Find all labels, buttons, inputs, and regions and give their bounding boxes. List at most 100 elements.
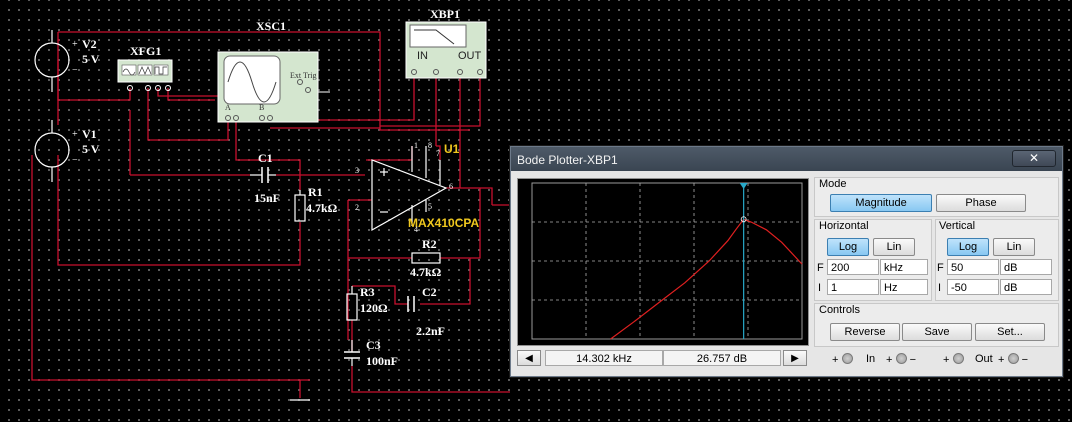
opamp-model-label: MAX410CPA bbox=[408, 216, 480, 230]
set-button[interactable]: Set... bbox=[975, 323, 1045, 341]
terminal-icon bbox=[952, 353, 964, 364]
v1-minus-label: − bbox=[72, 155, 78, 166]
horizontal-final-unit[interactable]: kHz bbox=[880, 259, 928, 275]
in-minus-plus-sign: + bbox=[886, 354, 893, 366]
oscilloscope-xsc1 bbox=[217, 51, 330, 123]
xbp1-out-label: OUT bbox=[458, 50, 482, 62]
terminal-icon bbox=[1007, 353, 1019, 364]
xsc1-a-label: A bbox=[225, 103, 231, 112]
wire bbox=[380, 78, 481, 127]
out-label: Out bbox=[975, 353, 993, 365]
r2-value: 4.7kΩ bbox=[410, 265, 442, 279]
xsc1-label: XSC1 bbox=[256, 19, 287, 33]
cursor-left-arrow-icon[interactable]: ◀ bbox=[517, 350, 541, 366]
vertical-final-label: F bbox=[937, 262, 944, 274]
wire bbox=[235, 118, 301, 175]
wire bbox=[351, 366, 510, 393]
out-minus-plus-sign: + bbox=[998, 354, 1005, 366]
wire bbox=[366, 146, 413, 161]
phase-button[interactable]: Phase bbox=[936, 194, 1026, 212]
pin-1-label: 1 bbox=[414, 141, 418, 150]
v2-value: 5 V bbox=[82, 52, 100, 66]
reverse-button[interactable]: Reverse bbox=[830, 323, 900, 341]
r1-value: 4.7kΩ bbox=[306, 201, 338, 215]
u1-label: U1 bbox=[444, 142, 460, 156]
out-plus-terminal[interactable]: + bbox=[943, 353, 964, 366]
c3-value: 100nF bbox=[366, 354, 399, 368]
function-generator-xfg1 bbox=[117, 59, 173, 91]
horizontal-final-label: F bbox=[817, 262, 824, 274]
xsc1-b-label: B bbox=[259, 103, 265, 112]
in-minus-terminal[interactable]: + − bbox=[886, 353, 916, 366]
in-label: In bbox=[866, 353, 876, 365]
out-minus-sign: − bbox=[1021, 354, 1028, 366]
horizontal-lin-button[interactable]: Lin bbox=[873, 238, 915, 256]
horizontal-initial-label: I bbox=[818, 282, 822, 294]
controls-label: Controls bbox=[819, 304, 860, 316]
pin-7-label: 7 bbox=[436, 149, 440, 158]
r1-name: R1 bbox=[308, 185, 323, 199]
horizontal-log-button[interactable]: Log bbox=[827, 238, 869, 256]
c1-value: 15nF bbox=[254, 191, 281, 205]
vertical-initial-unit[interactable]: dB bbox=[1000, 279, 1052, 295]
v2-plus-label: + bbox=[72, 39, 78, 50]
out-minus-terminal[interactable]: + − bbox=[998, 353, 1028, 366]
c3-name: C3 bbox=[366, 338, 381, 352]
magnitude-button[interactable]: Magnitude bbox=[830, 194, 932, 212]
xsc1-ext-trig-label: Ext Trig bbox=[290, 71, 317, 80]
resistor-r1 bbox=[294, 190, 306, 222]
horizontal-label: Horizontal bbox=[819, 220, 869, 232]
pin-8-label: 8 bbox=[428, 141, 432, 150]
v2-minus-label: − bbox=[72, 65, 78, 76]
vertical-final-value[interactable]: 50 bbox=[947, 259, 999, 275]
bode-title-bar[interactable]: Bode Plotter-XBP1 ✕ bbox=[511, 147, 1062, 171]
wire bbox=[57, 155, 301, 266]
pin-2-label: 2 bbox=[355, 203, 359, 212]
c2-name: C2 bbox=[422, 285, 437, 299]
c1-name: C1 bbox=[258, 151, 273, 165]
in-plus-terminal[interactable]: + bbox=[832, 353, 853, 366]
capacitor-c1 bbox=[250, 167, 276, 183]
resistor-r2 bbox=[411, 252, 441, 264]
out-plus-sign: + bbox=[943, 354, 950, 366]
wire bbox=[167, 88, 215, 101]
horizontal-final-value[interactable]: 200 bbox=[827, 259, 879, 275]
horizontal-initial-value[interactable]: 1 bbox=[827, 279, 879, 295]
v2-name: V2 bbox=[82, 37, 97, 51]
wire bbox=[299, 379, 310, 398]
in-minus-sign: − bbox=[909, 354, 916, 366]
r2-name: R2 bbox=[422, 237, 437, 251]
bode-plotter-window[interactable]: Bode Plotter-XBP1 ✕ Mode Magnitude Phase… bbox=[510, 146, 1063, 377]
pin-4-label: 4 bbox=[414, 225, 418, 234]
pin-3-label: 3 bbox=[355, 166, 359, 175]
xbp1-in-label: IN bbox=[417, 50, 428, 62]
vertical-label: Vertical bbox=[939, 220, 976, 232]
v1-plus-label: + bbox=[72, 129, 78, 140]
pin-6-label: 6 bbox=[449, 182, 453, 191]
terminal-icon bbox=[895, 353, 907, 364]
terminal-icon bbox=[841, 353, 853, 364]
r3-name: R3 bbox=[360, 285, 375, 299]
pin-5-label: 5 bbox=[428, 202, 432, 211]
cursor-right-arrow-icon[interactable]: ▶ bbox=[783, 350, 807, 366]
xfg1-label: XFG1 bbox=[130, 44, 162, 58]
v1-name: V1 bbox=[82, 127, 97, 141]
vertical-initial-value[interactable]: -50 bbox=[947, 279, 999, 295]
in-plus-sign: + bbox=[832, 354, 839, 366]
v2-source bbox=[34, 30, 70, 92]
cursor-frequency-readout: 14.302 kHz bbox=[545, 350, 663, 366]
xbp1-label: XBP1 bbox=[430, 7, 460, 21]
cursor-gain-readout: 26.757 dB bbox=[663, 350, 781, 366]
bode-plot-area[interactable] bbox=[517, 178, 809, 346]
horizontal-initial-unit[interactable]: Hz bbox=[880, 279, 928, 295]
v1-source bbox=[34, 120, 70, 182]
vertical-initial-label: I bbox=[938, 282, 942, 294]
close-icon[interactable]: ✕ bbox=[1012, 150, 1056, 167]
vertical-log-button[interactable]: Log bbox=[947, 238, 989, 256]
save-button[interactable]: Save bbox=[902, 323, 972, 341]
vertical-final-unit[interactable]: dB bbox=[1000, 259, 1052, 275]
v1-value: 5 V bbox=[82, 142, 100, 156]
bode-window-title: Bode Plotter-XBP1 bbox=[517, 153, 618, 167]
capacitor-c2 bbox=[407, 296, 415, 312]
vertical-lin-button[interactable]: Lin bbox=[993, 238, 1035, 256]
